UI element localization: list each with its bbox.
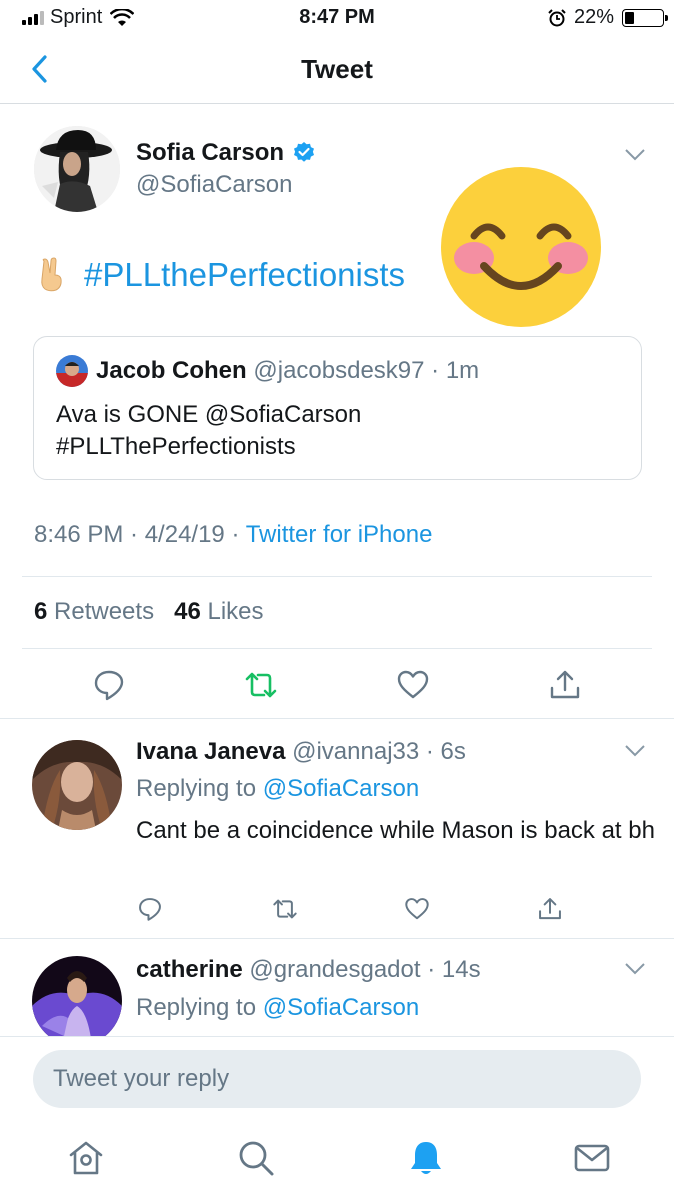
alarm-icon [548, 8, 566, 26]
reply-header: catherine @grandesgadot · 14s [136, 956, 481, 984]
quoted-line-2: #PLLThePerfectionists [56, 433, 296, 460]
reply-text: Cant be a coincidence while Mason is bac… [136, 817, 655, 844]
home-icon[interactable] [66, 1138, 106, 1178]
tweet-hashtag[interactable]: #PLLthePerfectionists [84, 256, 405, 294]
like-count[interactable]: 46 [174, 598, 201, 625]
messages-icon[interactable] [572, 1138, 612, 1178]
tweet-time: 8:46 PM · 4/24/19 · [34, 521, 246, 548]
quoted-header: Jacob Cohen @jacobsdesk97 · 1m [96, 357, 479, 385]
retweet-count[interactable]: 6 [34, 598, 47, 625]
avatar[interactable] [34, 126, 120, 212]
divider [22, 648, 652, 649]
chevron-down-icon[interactable] [624, 744, 646, 758]
replying-to-mention[interactable]: @SofiaCarson [263, 994, 419, 1021]
replying-to-prefix: Replying to [136, 775, 263, 802]
quoted-tweet[interactable]: Jacob Cohen @jacobsdesk97 · 1m Ava is GO… [33, 336, 642, 480]
tweet-source[interactable]: Twitter for iPhone [246, 521, 433, 548]
divider [0, 938, 674, 939]
battery-level [625, 11, 634, 24]
author-handle[interactable]: @SofiaCarson [136, 171, 292, 199]
battery-icon [622, 8, 668, 27]
replying-to: Replying to @SofiaCarson [136, 994, 419, 1022]
status-right: 22% [548, 6, 668, 29]
reply-meta: @grandesgadot · 14s [249, 956, 481, 983]
quoted-line-1: Ava is GONE @SofiaCarson [56, 401, 362, 428]
avatar[interactable] [32, 956, 122, 1046]
like-label[interactable]: Likes [207, 598, 263, 625]
replying-to-mention[interactable]: @SofiaCarson [263, 775, 419, 802]
reply-meta: @ivannaj33 · 6s [292, 738, 466, 765]
tweet-stats: 6 Retweets 46 Likes [34, 598, 264, 626]
quoted-meta: @jacobsdesk97 · 1m [253, 357, 480, 384]
notifications-icon[interactable] [406, 1138, 446, 1178]
like-icon[interactable] [396, 668, 430, 702]
verified-badge-icon [294, 142, 315, 162]
search-icon[interactable] [236, 1138, 276, 1178]
tweet-text: #PLLthePerfectionists [34, 256, 405, 294]
status-bar: Sprint 8:47 PM 22% [0, 0, 674, 36]
replying-to-prefix: Replying to [136, 994, 263, 1021]
battery-percent: 22% [573, 6, 614, 28]
share-icon[interactable] [537, 896, 563, 922]
quoted-text: Ava is GONE @SofiaCarson #PLLThePerfecti… [56, 399, 361, 463]
reply-icon[interactable] [92, 668, 126, 702]
share-icon[interactable] [548, 668, 582, 702]
retweet-label[interactable]: Retweets [54, 598, 154, 625]
smiling-face-icon [441, 167, 601, 327]
page-title: Tweet [301, 54, 373, 84]
chevron-down-icon[interactable] [624, 962, 646, 976]
retweet-icon[interactable] [244, 668, 278, 702]
reply-icon[interactable] [137, 896, 163, 922]
avatar[interactable] [32, 740, 122, 830]
like-icon[interactable] [404, 896, 430, 922]
reply-header: Ivana Janeva @ivannaj33 · 6s [136, 738, 466, 766]
tweet-timestamp: 8:46 PM · 4/24/19 · Twitter for iPhone [34, 521, 432, 549]
reply-author-name[interactable]: Ivana Janeva [136, 738, 285, 765]
reply-input[interactable] [33, 1050, 641, 1108]
quoted-author-name: Jacob Cohen [96, 357, 247, 384]
divider [22, 576, 652, 577]
replying-to: Replying to @SofiaCarson [136, 775, 419, 803]
chevron-down-icon[interactable] [624, 148, 646, 162]
author-name-text: Sofia Carson [136, 139, 285, 166]
reply-author-name[interactable]: catherine [136, 956, 243, 983]
retweet-icon[interactable] [272, 896, 298, 922]
quoted-avatar [56, 355, 88, 387]
nav-bar: Tweet [0, 36, 674, 104]
victory-hand-icon [41, 257, 62, 292]
author-name[interactable]: Sofia Carson [136, 139, 316, 167]
divider [0, 718, 674, 719]
